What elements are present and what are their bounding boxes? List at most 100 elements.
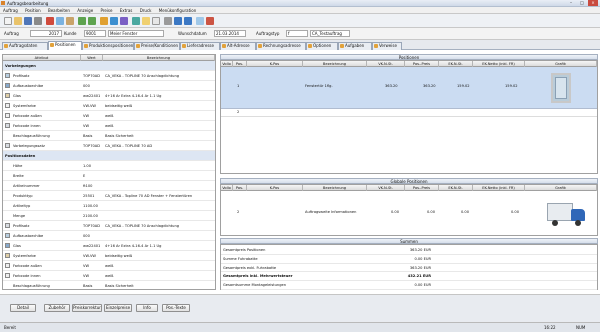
wert-cell[interactable]: 1100.00 [83, 201, 98, 210]
section-header[interactable]: Positionsdaten [3, 151, 215, 161]
wert-cell[interactable]: VW [83, 121, 89, 130]
table-row[interactable]: Breite E [3, 171, 215, 181]
wert-cell[interactable]: 1.00 [83, 161, 91, 170]
redo-icon[interactable] [88, 17, 96, 25]
settings-icon[interactable] [164, 17, 172, 25]
table-row[interactable]: Profilsatz TOP70AD CA_VEKA - TOPLINE 70 An… [3, 71, 215, 81]
table-row[interactable]: Beschlagausführung Basis Basis Sicherheit [3, 131, 215, 141]
table-row[interactable]: Farbcode innen VW weiß [3, 271, 215, 281]
positionen-grid[interactable]: Vollo Pos. K-Pos Bezeichnung VK-N-St. Po… [220, 60, 598, 174]
einzelpreise-button[interactable]: Einzelpreise [104, 304, 132, 312]
pos-texte-button[interactable]: Pos.-Texte [162, 304, 190, 312]
table-row[interactable]: Farbcode innen VW weiß [3, 121, 215, 131]
auftrag-field[interactable]: 2017 [30, 30, 62, 37]
table-row[interactable]: Systemfarbe VW-VW beidseitig weiß [3, 251, 215, 261]
table-row[interactable]: Glas ww22401 4+16 Ar Extra 4-16-4 Ar 1.1 U… [3, 91, 215, 101]
print-icon[interactable] [34, 17, 42, 25]
zubehoer-button[interactable]: Zubehör [44, 304, 70, 312]
mail-icon[interactable] [152, 17, 160, 25]
tab-optionen[interactable]: Optionen [306, 42, 338, 50]
tab-positionen[interactable]: Positionen [48, 41, 82, 50]
wert-cell[interactable]: ww22401 [83, 91, 100, 100]
menu-extras[interactable]: Extras [117, 7, 136, 14]
kunde-id-field[interactable]: 9001 [84, 30, 106, 37]
kunde-name-field[interactable]: Meier Fenster [108, 30, 164, 37]
tab-produktionspositionen[interactable]: Produktionspositionen [82, 42, 134, 50]
paste-icon[interactable] [66, 17, 74, 25]
wert-cell[interactable]: 25501 [83, 191, 94, 200]
table-row[interactable]: Artikelnummer ft100 [3, 181, 215, 191]
attribute-grid[interactable]: Attribut Wert Bezeichnung Vorbelegungen P… [2, 54, 216, 290]
table-row[interactable]: Beschlagausführung Basis Basis Sicherheit [3, 281, 215, 289]
exit-icon[interactable] [206, 17, 214, 25]
info-button[interactable]: Info [136, 304, 158, 312]
wert-cell[interactable]: 000 [83, 231, 90, 240]
detail-button[interactable]: Detail [10, 304, 36, 312]
minimize-button[interactable]: – [566, 0, 576, 6]
table-row[interactable]: Produkttyp 25501 CA_VEKA - Topline 70 AD F… [3, 191, 215, 201]
auftragstyp-name-field[interactable]: CA_Testauftrag [310, 30, 350, 37]
wert-cell[interactable]: VW [83, 271, 89, 280]
tab-alt-adresse[interactable]: Alt-Adresse [220, 42, 256, 50]
menu-menukonfiguration[interactable]: Menükonfiguration [156, 7, 200, 14]
tab-preise-konditionen[interactable]: Preise/Konditionen [134, 42, 180, 50]
refresh-icon[interactable] [110, 17, 118, 25]
menu-druck[interactable]: Druck [137, 7, 155, 14]
zoom-icon[interactable] [196, 17, 204, 25]
calc-icon[interactable] [100, 17, 108, 25]
help-icon[interactable] [184, 17, 192, 25]
menu-preise[interactable]: Preise [97, 7, 115, 14]
table-row[interactable]: Profilsatz TOP70AD CA_VEKA - TOPLINE 70 An… [3, 221, 215, 231]
section-header[interactable]: Vorbelegungen [3, 61, 215, 71]
open-icon[interactable] [14, 17, 22, 25]
table-row[interactable]: Aufbaustoechibe 000 [3, 231, 215, 241]
table-row[interactable]: Farbcode außen VW weiß [3, 261, 215, 271]
wert-cell[interactable]: VW [83, 111, 89, 120]
table-row[interactable]: Höhe 1.00 [3, 161, 215, 171]
table-row[interactable]: 2 Auftragsweite Informationen 0.00 0.00 … [221, 191, 597, 235]
tab-rechnungsadresse[interactable]: Rechnungsadresse [256, 42, 306, 50]
chart-icon[interactable] [132, 17, 140, 25]
table-row[interactable]: Artikeltyp 1100.00 [3, 201, 215, 211]
wert-cell[interactable]: VW [83, 261, 89, 270]
tab-aufgaben[interactable]: Aufgaben [338, 42, 372, 50]
new-icon[interactable] [4, 17, 12, 25]
table-row[interactable]: Farbcode außen VW weiß [3, 111, 215, 121]
auftragstyp-code-field[interactable]: f [286, 30, 308, 37]
doc-icon[interactable] [142, 17, 150, 25]
wert-cell[interactable]: Basis [83, 281, 92, 289]
wert-cell[interactable]: ft100 [83, 181, 92, 190]
table-row[interactable]: Glas ww22401 4+16 Ar Extra 4-16-4 Ar 1.1 U… [3, 241, 215, 251]
wunschdatum-field[interactable]: 21.03.2014 [214, 30, 246, 37]
info-icon[interactable] [174, 17, 182, 25]
tab-lieferadresse[interactable]: Lieferadresse [180, 42, 220, 50]
menu-position[interactable]: Position [22, 7, 44, 14]
table-row[interactable]: 2 [221, 109, 597, 117]
menu-anzeige[interactable]: Anzeige [74, 7, 96, 14]
delete-icon[interactable] [46, 17, 54, 25]
filter-icon[interactable] [120, 17, 128, 25]
wert-cell[interactable]: VW-VW [83, 251, 96, 260]
table-row[interactable]: Vorbelegungssatz TOP70AD CA_VEKA - TOPLINE… [3, 141, 215, 151]
table-row[interactable]: 1 Fenstertür 1flg. 363.20 363.20 159.02 … [221, 67, 597, 109]
save-icon[interactable] [24, 17, 32, 25]
tab-auftragsdaten[interactable]: Auftragsdaten [2, 42, 48, 50]
wert-cell[interactable]: Basis [83, 131, 92, 140]
table-row[interactable]: Menge 2100.00 [3, 211, 215, 221]
preiskorrektur-button[interactable]: Preiskorrektur [72, 304, 102, 312]
wert-cell[interactable]: ww22401 [83, 241, 100, 250]
wert-cell[interactable]: 000 [83, 81, 90, 90]
table-row[interactable]: Systemfarbe VW-VW beidseitig weiß [3, 101, 215, 111]
copy-icon[interactable] [56, 17, 64, 25]
close-button[interactable]: × [588, 0, 598, 6]
undo-icon[interactable] [78, 17, 86, 25]
wert-cell[interactable]: 2100.00 [83, 211, 98, 220]
wert-cell[interactable]: TOP70AD [83, 141, 100, 150]
wert-cell[interactable]: TOP70AD [83, 71, 100, 80]
globale-grid[interactable]: Vollo Pos. K-Pos Bezeichnung VK-N-St. Po… [220, 184, 598, 236]
tab-verweise[interactable]: Verweise [372, 42, 402, 50]
menu-auftrag[interactable]: Auftrag [0, 7, 21, 14]
wert-cell[interactable]: VW-VW [83, 101, 96, 110]
maximize-button[interactable]: □ [577, 0, 587, 6]
table-row[interactable]: Aufbaustoechibe 000 [3, 81, 215, 91]
